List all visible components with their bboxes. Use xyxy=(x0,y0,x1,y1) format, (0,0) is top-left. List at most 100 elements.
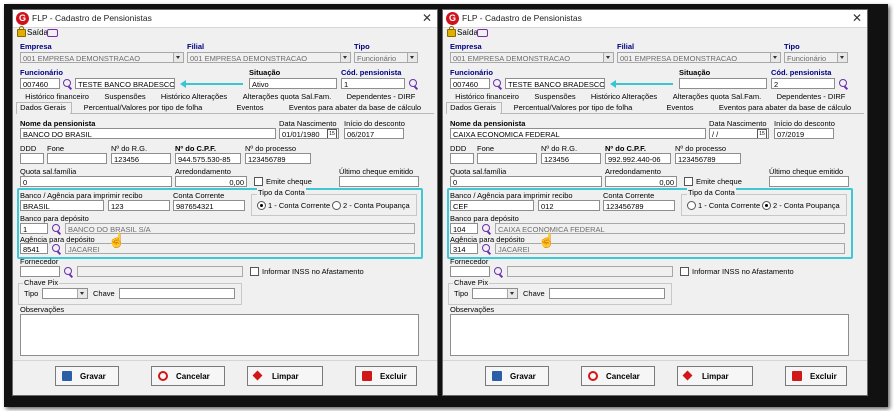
exit-menu-item[interactable]: Saída xyxy=(27,28,48,37)
chat-icon[interactable] xyxy=(477,29,488,37)
cod-pensionista-input[interactable]: 1 xyxy=(341,78,405,89)
tab-percentual-valores[interactable]: Percentual/Valores por tipo de folha xyxy=(505,103,641,112)
arredondamento-input[interactable]: 0,00 xyxy=(175,176,247,187)
limpar-button[interactable]: Limpar xyxy=(677,366,753,386)
observacoes-textarea[interactable] xyxy=(450,314,849,356)
tab-historico-alteracoes[interactable]: Histórico Alterações xyxy=(585,92,663,101)
arredondamento-input[interactable]: 0,00 xyxy=(605,176,677,187)
pix-chave-input[interactable] xyxy=(119,288,235,299)
cancelar-button[interactable]: Cancelar xyxy=(151,366,225,386)
cod-pensionista-input[interactable]: 2 xyxy=(771,78,835,89)
search-icon[interactable] xyxy=(494,267,502,275)
close-icon[interactable]: ✕ xyxy=(852,11,862,25)
ultimo-cheque-input[interactable] xyxy=(339,176,419,187)
fornecedor-code-input[interactable] xyxy=(20,266,60,277)
tab-historico-alteracoes[interactable]: Histórico Alterações xyxy=(155,92,233,101)
search-icon[interactable] xyxy=(482,244,490,252)
tab-eventos[interactable]: Eventos xyxy=(227,103,273,112)
processo-input[interactable]: 123456789 xyxy=(675,153,741,164)
gravar-button[interactable]: Gravar xyxy=(55,366,119,386)
fone-input[interactable] xyxy=(477,153,537,164)
radio-conta-poupanca[interactable] xyxy=(332,201,341,210)
funcionario-name-input[interactable]: TESTE BANCO BRADESCO xyxy=(75,78,175,89)
excluir-button[interactable]: Excluir xyxy=(785,366,847,386)
cancelar-button[interactable]: Cancelar xyxy=(581,366,655,386)
calendar-icon[interactable]: 15 xyxy=(327,129,337,138)
search-icon[interactable] xyxy=(839,79,847,87)
tab-suspensoes[interactable]: Suspensões xyxy=(99,92,151,101)
radio-conta-corrente[interactable] xyxy=(257,201,266,210)
ultimo-cheque-input[interactable] xyxy=(769,176,849,187)
data-nascimento-input[interactable]: / /15 xyxy=(709,128,769,139)
cpf-input[interactable]: 944.575.530-85 xyxy=(175,153,241,164)
radio-conta-corrente[interactable] xyxy=(687,201,696,210)
search-icon[interactable] xyxy=(493,79,501,87)
calendar-icon[interactable]: 15 xyxy=(757,129,767,138)
fone-input[interactable] xyxy=(47,153,107,164)
observacoes-textarea[interactable] xyxy=(20,314,419,356)
agencia-recibo-input[interactable]: 012 xyxy=(538,200,600,211)
banco-deposito-code-input[interactable]: 1_ xyxy=(20,223,48,234)
agencia-deposito-code-input[interactable]: 8541_ xyxy=(20,243,48,254)
conta-corrente-input[interactable]: 987654321 xyxy=(173,200,245,211)
conta-corrente-input[interactable]: 123456789 xyxy=(603,200,675,211)
banco-recibo-input[interactable]: BRASIL xyxy=(20,200,104,211)
search-icon[interactable] xyxy=(52,224,60,232)
empresa-select[interactable]: 001 EMPRESA DEMONSTRACAO xyxy=(450,52,614,63)
situacao-input[interactable] xyxy=(679,78,767,89)
funcionario-code-input[interactable]: 007460 xyxy=(20,78,60,89)
tab-dependentes-dirf[interactable]: Dependentes - DIRF xyxy=(341,92,421,101)
search-icon[interactable] xyxy=(52,244,60,252)
rg-input[interactable]: 123456 xyxy=(111,153,171,164)
tipo-select[interactable]: Funcionário xyxy=(354,52,418,63)
emite-cheque-checkbox[interactable] xyxy=(684,177,693,186)
emite-cheque-checkbox[interactable] xyxy=(254,177,263,186)
tab-dependentes-dirf[interactable]: Dependentes - DIRF xyxy=(771,92,851,101)
tab-historico-financeiro[interactable]: Histórico financeiro xyxy=(451,92,523,101)
tab-suspensoes[interactable]: Suspensões xyxy=(529,92,581,101)
ddd-input[interactable] xyxy=(20,153,44,164)
chat-icon[interactable] xyxy=(47,29,58,37)
funcionario-name-input[interactable]: TESTE BANCO BRADESCO xyxy=(505,78,605,89)
inicio-desconto-input[interactable]: 06/2017 xyxy=(344,128,404,139)
banco-deposito-code-input[interactable]: 104 xyxy=(450,223,478,234)
tab-dados-gerais[interactable]: Dados Gerais xyxy=(17,103,69,112)
radio-conta-poupanca[interactable] xyxy=(762,201,771,210)
tab-eventos-abater[interactable]: Eventos para abater da base de cálculo xyxy=(709,103,861,112)
nome-pensionista-input[interactable]: CAIXA ECONOMICA FEDERAL xyxy=(450,128,706,139)
pix-tipo-select[interactable] xyxy=(42,288,88,299)
tab-alteracoes-quota[interactable]: Alterações quota Sal.Fam. xyxy=(239,92,335,101)
empresa-select[interactable]: 001 EMPRESA DEMONSTRACAO xyxy=(20,52,184,63)
tipo-select[interactable]: Funcionário xyxy=(784,52,848,63)
data-nascimento-input[interactable]: 01/01/1980 15 xyxy=(279,128,339,139)
tab-dados-gerais[interactable]: Dados Gerais xyxy=(447,103,499,112)
inicio-desconto-input[interactable]: 07/2019 xyxy=(774,128,834,139)
informar-inss-checkbox[interactable] xyxy=(680,267,689,276)
agencia-deposito-code-input[interactable]: 314_ xyxy=(450,243,478,254)
pix-tipo-select[interactable] xyxy=(472,288,518,299)
cpf-input[interactable]: 992.992.440-06 xyxy=(605,153,671,164)
search-icon[interactable] xyxy=(409,79,417,87)
gravar-button[interactable]: Gravar xyxy=(485,366,549,386)
search-icon[interactable] xyxy=(64,267,72,275)
nome-pensionista-input[interactable]: BANCO DO BRASIL xyxy=(20,128,276,139)
ddd-input[interactable] xyxy=(450,153,474,164)
situacao-input[interactable]: Ativo xyxy=(249,78,337,89)
agencia-recibo-input[interactable]: 123 xyxy=(108,200,170,211)
tab-eventos-abater[interactable]: Eventos para abater da base de cálculo xyxy=(279,103,431,112)
limpar-button[interactable]: Limpar xyxy=(247,366,323,386)
fornecedor-code-input[interactable] xyxy=(450,266,490,277)
banco-recibo-input[interactable]: CEF xyxy=(450,200,534,211)
search-icon[interactable] xyxy=(63,79,71,87)
quota-input[interactable]: 0 xyxy=(450,176,602,187)
informar-inss-checkbox[interactable] xyxy=(250,267,259,276)
rg-input[interactable]: 123456 xyxy=(541,153,601,164)
pix-chave-input[interactable] xyxy=(549,288,665,299)
quota-input[interactable]: 0 xyxy=(20,176,172,187)
search-icon[interactable] xyxy=(482,224,490,232)
excluir-button[interactable]: Excluir xyxy=(355,366,417,386)
tab-alteracoes-quota[interactable]: Alterações quota Sal.Fam. xyxy=(669,92,765,101)
tab-eventos[interactable]: Eventos xyxy=(657,103,703,112)
filial-select[interactable]: 001 EMPRESA DEMONSTRACAO xyxy=(617,52,781,63)
processo-input[interactable]: 123456789 xyxy=(245,153,311,164)
